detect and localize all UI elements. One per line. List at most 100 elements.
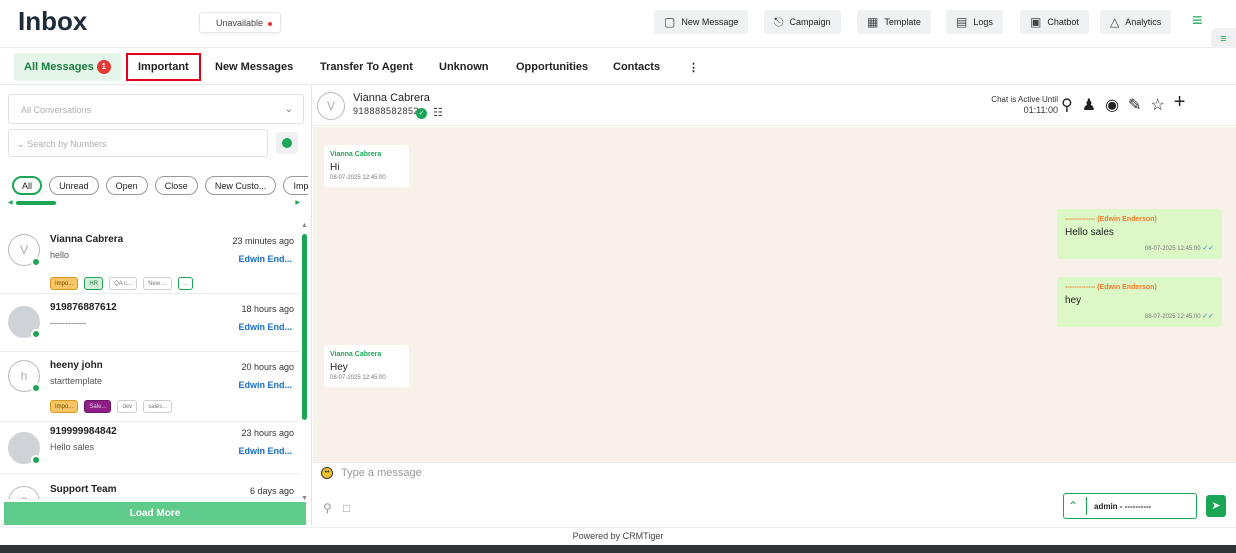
eye-icon[interactable]: ◉ <box>1105 95 1119 115</box>
unread-count-badge: 1 <box>96 60 111 74</box>
more-tabs-icon[interactable]: ⋮ <box>678 53 709 81</box>
message-icon: ▢ <box>664 15 676 29</box>
template-button[interactable]: ▦ Template <box>857 10 931 34</box>
more-tags-button[interactable]: ... <box>177 277 193 290</box>
message-time: 23 minutes ago <box>232 236 294 246</box>
filter-open[interactable]: Open <box>105 176 148 195</box>
chevron-up-icon[interactable]: ⌃ <box>1068 499 1078 513</box>
tab-new-messages-label: New Messages <box>215 61 294 73</box>
conversation-list-scrollbar[interactable]: ▲ ▼ <box>301 222 309 502</box>
double-check-icon: ✓✓ <box>1202 245 1214 252</box>
tab-unknown[interactable]: Unknown <box>429 53 499 81</box>
logs-label: Logs <box>973 17 993 27</box>
masked-sender-number: ------------- <box>1065 284 1096 291</box>
add-user-icon[interactable]: ♟ <box>1082 95 1096 115</box>
conversation-filter-select[interactable]: All Conversations ⌄ <box>8 94 304 124</box>
contact-card-icon[interactable]: ☷ <box>433 106 443 119</box>
load-more-button[interactable]: Load More <box>4 502 306 525</box>
logs-button[interactable]: ▤ Logs <box>946 10 1003 34</box>
assigned-agent-link[interactable]: Edwin End... <box>239 322 293 332</box>
filter-important[interactable]: Importar <box>283 176 308 195</box>
tag[interactable]: Impo... <box>50 277 79 290</box>
plus-icon[interactable]: + <box>1174 91 1186 115</box>
conversation-tags: Impo... HR QA c... New ... ... <box>50 277 196 291</box>
filter-all[interactable]: All <box>12 176 43 195</box>
message-timestamp: 08-07-2025 12:45:00 <box>330 375 386 381</box>
paperclip-icon[interactable]: ⚲ <box>323 501 332 515</box>
message-tabs: All Messages 1 Important New Messages Tr… <box>0 48 1236 85</box>
chat-messages-area: Vianna Cabrera Hi 08-07-2025 12:45:00 --… <box>313 127 1236 462</box>
message-input[interactable]: Type a message <box>341 467 422 479</box>
filter-horizontal-scrollbar[interactable]: ◀ ▶ <box>8 200 300 206</box>
analytics-button[interactable]: △ Analytics <box>1100 10 1172 34</box>
number-search-input[interactable]: ⌄ Search by Numbers <box>8 129 268 157</box>
search-icon[interactable]: ⚲ <box>1061 95 1073 115</box>
campaign-button[interactable]: ⎋ Campaign <box>764 10 841 34</box>
page-title: Inbox <box>18 6 88 36</box>
assigned-agent-link[interactable]: Edwin End... <box>239 380 293 390</box>
message-sender-name: (Edwin Enderson) <box>1097 216 1157 223</box>
message-timestamp: 08-07-2025 12:45:00 <box>330 175 386 181</box>
filter-unread[interactable]: Unread <box>49 176 99 195</box>
tab-contacts-label: Contacts <box>613 61 661 73</box>
assigned-agent-link[interactable]: Edwin End... <box>239 254 293 264</box>
chatbot-icon: ▣ <box>1030 15 1042 29</box>
tag[interactable]: QA c... <box>109 277 138 290</box>
message-time: 20 hours ago <box>241 362 294 372</box>
tab-important[interactable]: Important <box>126 53 201 81</box>
availability-status-toggle[interactable]: Unavailable <box>199 12 281 33</box>
filter-close[interactable]: Close <box>154 176 198 195</box>
tab-new-messages[interactable]: New Messages <box>205 53 303 81</box>
tag[interactable]: Impo... <box>50 400 79 413</box>
message-time-text: 08-07-2025 12:45:00 <box>1144 314 1201 320</box>
conversation-tags: Impo... Sale... dev sales... <box>50 400 175 414</box>
tab-all-messages[interactable]: All Messages 1 <box>14 53 121 81</box>
chatbot-button[interactable]: ▣ Chatbot <box>1020 10 1089 34</box>
message-timestamp: 08-07-2025 12:45:00 ✓✓ <box>1065 312 1214 320</box>
chat-active-until: Chat is Active Until 01:11:00 <box>978 94 1058 116</box>
incoming-message: Vianna Cabrera Hey 08-07-2025 12:45:00 <box>324 345 409 387</box>
filter-new-customer[interactable]: New Custo... <box>204 176 277 195</box>
tag[interactable]: dev <box>117 400 138 413</box>
scroll-down-icon[interactable]: ▼ <box>301 495 308 502</box>
assigned-agent-link[interactable]: Edwin End... <box>239 446 293 456</box>
tag[interactable]: New ... <box>143 277 172 290</box>
conversation-item[interactable]: h heeny john starttemplate 20 hours ago … <box>0 352 300 422</box>
conversation-item[interactable]: V Vianna Cabrera hello 23 minutes ago Ed… <box>0 224 300 294</box>
conversation-item[interactable]: S Support Team 6 days ago <box>0 474 300 499</box>
footer-powered-by: Powered by CRMTiger <box>0 527 1236 545</box>
tag[interactable]: HR <box>84 277 104 290</box>
agent-selector-value: admin - ---------- <box>1094 502 1152 511</box>
side-panel-toggle-icon[interactable]: ≡ <box>1211 28 1236 50</box>
scrollbar-thumb[interactable] <box>302 234 307 420</box>
tab-contacts[interactable]: Contacts <box>603 53 670 81</box>
tab-transfer-to-agent[interactable]: Transfer To Agent <box>310 53 423 81</box>
tag[interactable]: Sale... <box>84 400 112 413</box>
scrollbar-thumb[interactable] <box>16 201 56 205</box>
scroll-left-icon[interactable]: ◀ <box>8 199 13 206</box>
agent-selector[interactable]: ⌃ admin - ---------- <box>1063 493 1197 519</box>
conversation-item[interactable]: 919999984842 Hello sales 23 hours ago Ed… <box>0 422 300 474</box>
tag[interactable]: sales... <box>143 400 173 413</box>
emoji-icon[interactable]: •• <box>321 467 333 479</box>
star-icon[interactable]: ☆ <box>1150 95 1164 115</box>
new-message-button[interactable]: ▢ New Message <box>654 10 749 34</box>
analytics-icon: △ <box>1110 15 1120 29</box>
avatar: V <box>8 234 41 267</box>
conversation-item[interactable]: 919876887612 ------------ 18 hours ago E… <box>0 294 300 352</box>
tab-opportunities[interactable]: Opportunities <box>506 53 598 81</box>
send-button[interactable]: ➤ <box>1206 495 1226 517</box>
message-sender: ------------- (Edwin Enderson) <box>1065 284 1214 291</box>
scroll-right-icon[interactable]: ▶ <box>295 199 300 206</box>
whatsapp-icon <box>31 329 41 339</box>
number-search-button[interactable] <box>276 132 298 154</box>
message-text: Hello sales <box>1065 227 1114 238</box>
quick-reply-icon[interactable]: □ <box>343 501 350 515</box>
masked-sender-number: ------------- <box>1065 216 1096 223</box>
edit-icon[interactable]: ✎ <box>1128 95 1141 115</box>
chat-contact-phone: 918888582852 <box>353 106 420 116</box>
message-time: 6 days ago <box>249 486 294 496</box>
scroll-up-icon[interactable]: ▲ <box>301 222 308 229</box>
hamburger-menu-icon[interactable]: ≡ <box>1192 10 1203 31</box>
message-text: hey <box>1065 295 1082 306</box>
